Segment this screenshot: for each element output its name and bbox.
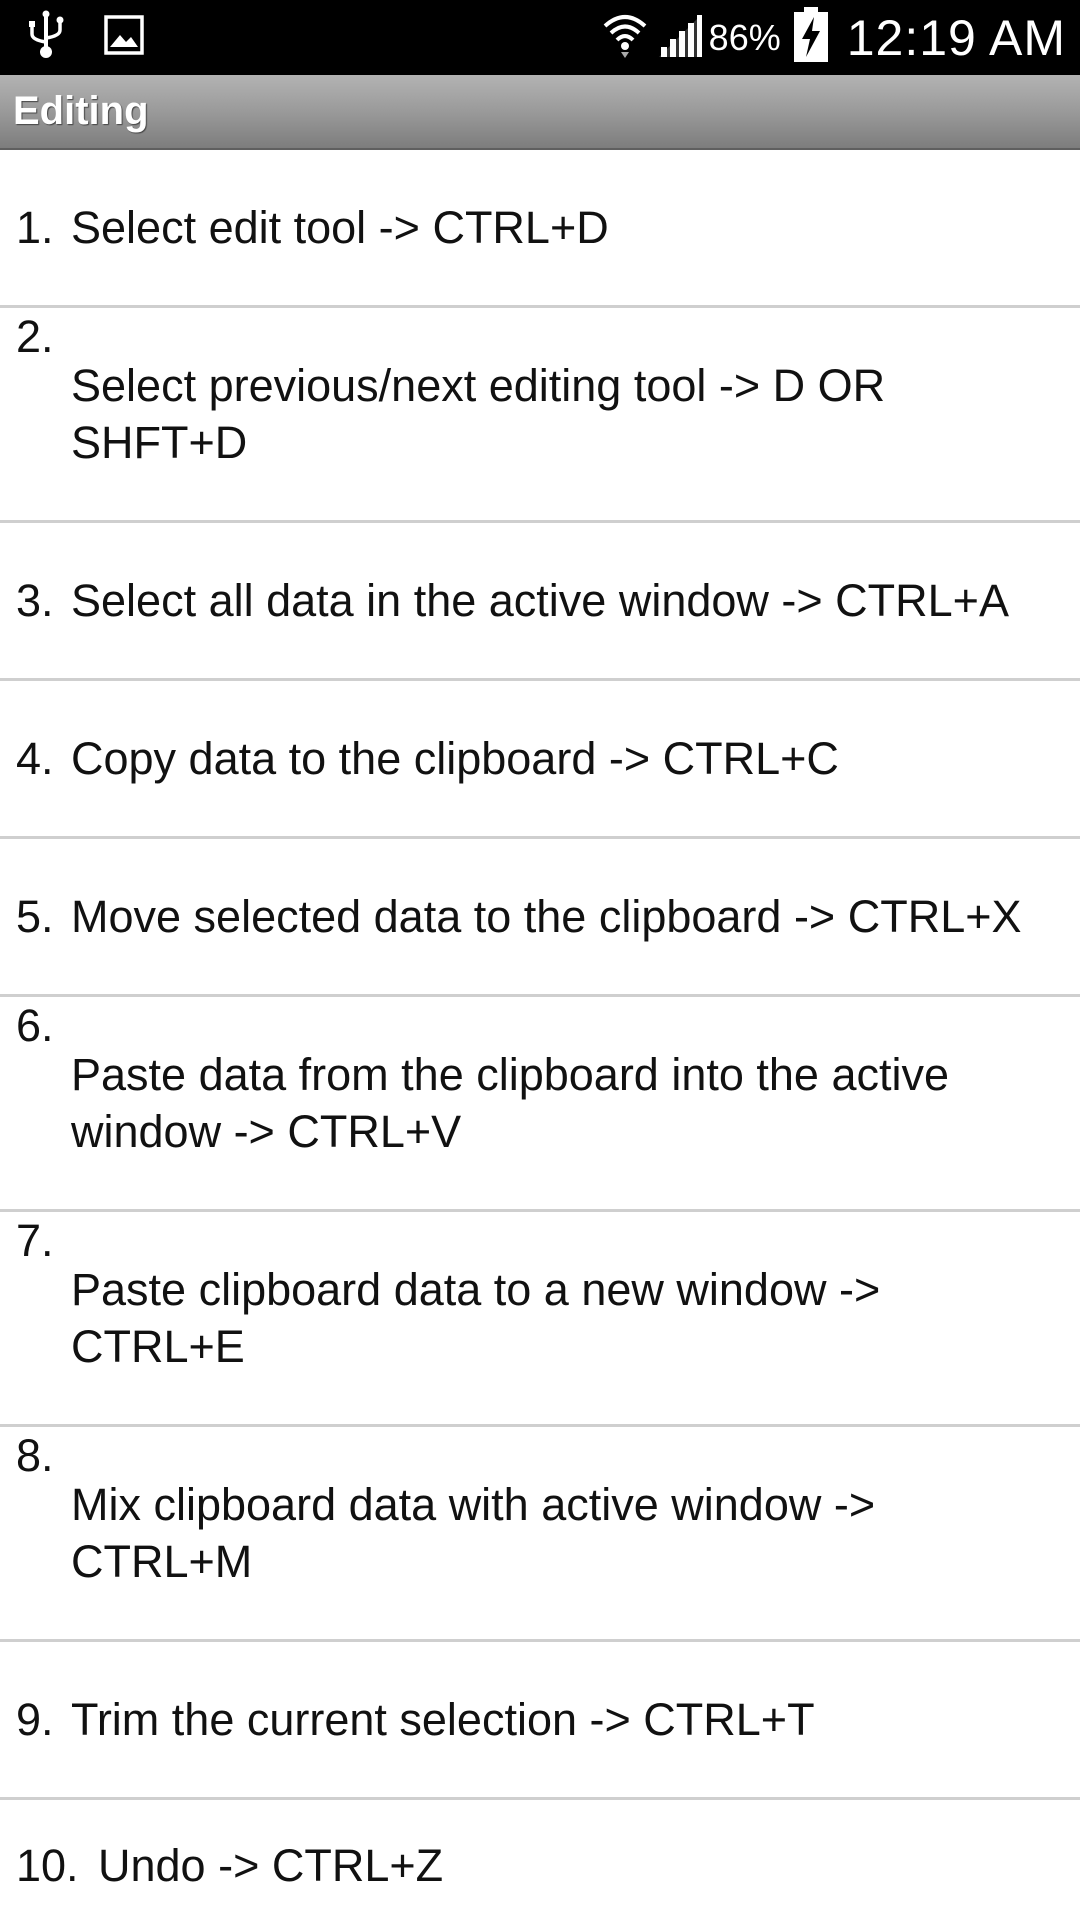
item-number: 6.: [16, 1000, 54, 1051]
signal-icon: [657, 11, 703, 64]
list-item[interactable]: 1. Select edit tool -> CTRL+D: [0, 150, 1080, 308]
item-text: Paste data from the clipboard into the a…: [71, 1049, 950, 1157]
item-number: 2.: [16, 311, 54, 362]
item-number: 7.: [16, 1215, 54, 1266]
status-bar: 86% 12:19 AM: [0, 0, 1080, 75]
list-item[interactable]: 6. Paste data from the clipboard into th…: [0, 997, 1080, 1212]
title-bar: Editing: [0, 75, 1080, 150]
list-item[interactable]: 10. Undo -> CTRL+Z: [0, 1800, 1080, 1930]
item-text: Select edit tool -> CTRL+D: [71, 202, 609, 253]
page-title: Editing: [13, 89, 149, 133]
item-number: 5.: [16, 891, 54, 942]
shortcut-list: 1. Select edit tool -> CTRL+D 2. Select …: [0, 150, 1080, 1930]
item-text: Select previous/next editing tool -> D O…: [71, 360, 886, 468]
item-text: Undo -> CTRL+Z: [98, 1839, 444, 1891]
image-icon: [104, 15, 144, 60]
usb-icon: [28, 10, 64, 65]
wifi-icon: [601, 10, 649, 65]
list-item[interactable]: 3. Select all data in the active window …: [0, 523, 1080, 681]
item-number: 10.: [16, 1839, 79, 1891]
status-bar-right: 86% 12:19 AM: [601, 0, 1066, 75]
list-item[interactable]: 9. Trim the current selection -> CTRL+T: [0, 1642, 1080, 1800]
item-text: Paste clipboard data to a new window -> …: [71, 1264, 881, 1372]
item-number: 9.: [16, 1694, 54, 1745]
item-number: 1.: [16, 202, 54, 253]
status-bar-left: [28, 10, 144, 65]
item-text: Move selected data to the clipboard -> C…: [71, 891, 1022, 942]
item-text: Trim the current selection -> CTRL+T: [71, 1694, 815, 1745]
list-item[interactable]: 4. Copy data to the clipboard -> CTRL+C: [0, 681, 1080, 839]
item-number: 4.: [16, 733, 54, 784]
item-text: Copy data to the clipboard -> CTRL+C: [71, 733, 839, 784]
battery-charging-icon: [793, 7, 829, 68]
item-text: Select all data in the active window -> …: [71, 575, 1009, 626]
list-item[interactable]: 7. Paste clipboard data to a new window …: [0, 1212, 1080, 1427]
list-item[interactable]: 2. Select previous/next editing tool -> …: [0, 308, 1080, 523]
list-item[interactable]: 8. Mix clipboard data with active window…: [0, 1427, 1080, 1642]
item-number: 3.: [16, 575, 54, 626]
battery-percentage: 86%: [708, 16, 781, 58]
list-item[interactable]: 5. Move selected data to the clipboard -…: [0, 839, 1080, 997]
status-time: 12:19 AM: [846, 9, 1066, 66]
item-number: 8.: [16, 1430, 54, 1481]
item-text: Mix clipboard data with active window ->…: [71, 1479, 876, 1587]
